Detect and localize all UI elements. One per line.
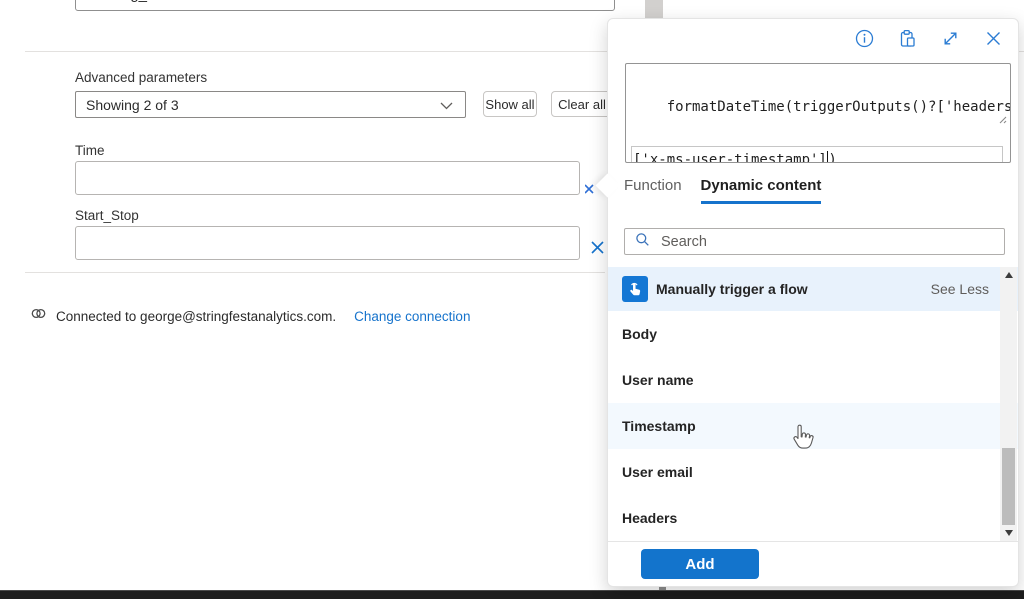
advanced-parameters-label: Advanced parameters — [75, 70, 208, 85]
scroll-up-button[interactable] — [1000, 267, 1017, 283]
scroll-down-button[interactable] — [1000, 525, 1017, 541]
connection-icon — [30, 305, 47, 327]
tab-dynamic-content[interactable]: Dynamic content — [700, 177, 822, 204]
resize-handle-icon[interactable] — [947, 81, 1007, 159]
list-item-user-name[interactable]: User name — [608, 357, 1018, 403]
manual-trigger-icon — [622, 276, 648, 302]
clear-start-stop-icon[interactable] — [590, 240, 605, 260]
expression-flyout-panel: formatDateTime(triggerOutputs()?['header… — [595, 18, 1019, 587]
flyout-tabs: Function Dynamic content — [624, 177, 822, 204]
tab-function[interactable]: Function — [624, 177, 682, 201]
change-connection-link[interactable]: Change connection — [354, 309, 470, 324]
paste-icon[interactable] — [898, 29, 917, 48]
info-icon[interactable] — [855, 29, 874, 48]
background-scrollbar-fragment — [645, 0, 663, 19]
clear-time-icon[interactable] — [585, 184, 595, 194]
start-stop-input[interactable] — [75, 226, 580, 260]
close-icon[interactable] — [984, 29, 1003, 48]
cursor-pointer-icon — [791, 423, 815, 458]
flyout-beak — [595, 173, 620, 198]
working-hours-input[interactable]: working_hours — [75, 0, 615, 11]
time-label: Time — [75, 143, 105, 158]
expand-icon[interactable] — [941, 29, 960, 48]
list-item-body[interactable]: Body — [608, 311, 1018, 357]
expression-editor[interactable]: formatDateTime(triggerOutputs()?['header… — [625, 63, 1011, 163]
add-button[interactable]: Add — [641, 549, 759, 579]
clear-all-button[interactable]: Clear all — [551, 91, 613, 117]
bottom-bar — [0, 590, 1024, 599]
working-hours-value: working_hours — [87, 0, 185, 3]
start-stop-label: Start_Stop — [75, 208, 139, 223]
dynamic-content-list: Manually trigger a flow See Less Body Us… — [608, 267, 1018, 541]
search-icon — [635, 232, 650, 252]
connection-text: Connected to george@stringfestanalytics.… — [56, 308, 337, 324]
trigger-group-title: Manually trigger a flow — [656, 281, 808, 297]
search-placeholder: Search — [661, 233, 707, 250]
section-divider — [25, 272, 605, 273]
scroll-thumb[interactable] — [1002, 448, 1015, 525]
search-input[interactable]: Search — [624, 228, 1005, 255]
show-all-button[interactable]: Show all — [483, 91, 537, 117]
flyout-toolbar — [855, 29, 1003, 48]
connection-status: Connected to george@stringfestanalytics.… — [30, 305, 470, 327]
scrollbar[interactable] — [1000, 267, 1017, 541]
trigger-group-header[interactable]: Manually trigger a flow See Less — [608, 267, 1018, 311]
see-less-link[interactable]: See Less — [931, 281, 989, 297]
advanced-parameters-dropdown[interactable]: Showing 2 of 3 — [75, 91, 466, 118]
footer-divider — [608, 541, 1018, 542]
dropdown-value: Showing 2 of 3 — [86, 96, 179, 113]
chevron-down-icon — [440, 97, 453, 113]
list-item-headers[interactable]: Headers — [608, 495, 1018, 541]
time-input[interactable] — [75, 161, 580, 195]
